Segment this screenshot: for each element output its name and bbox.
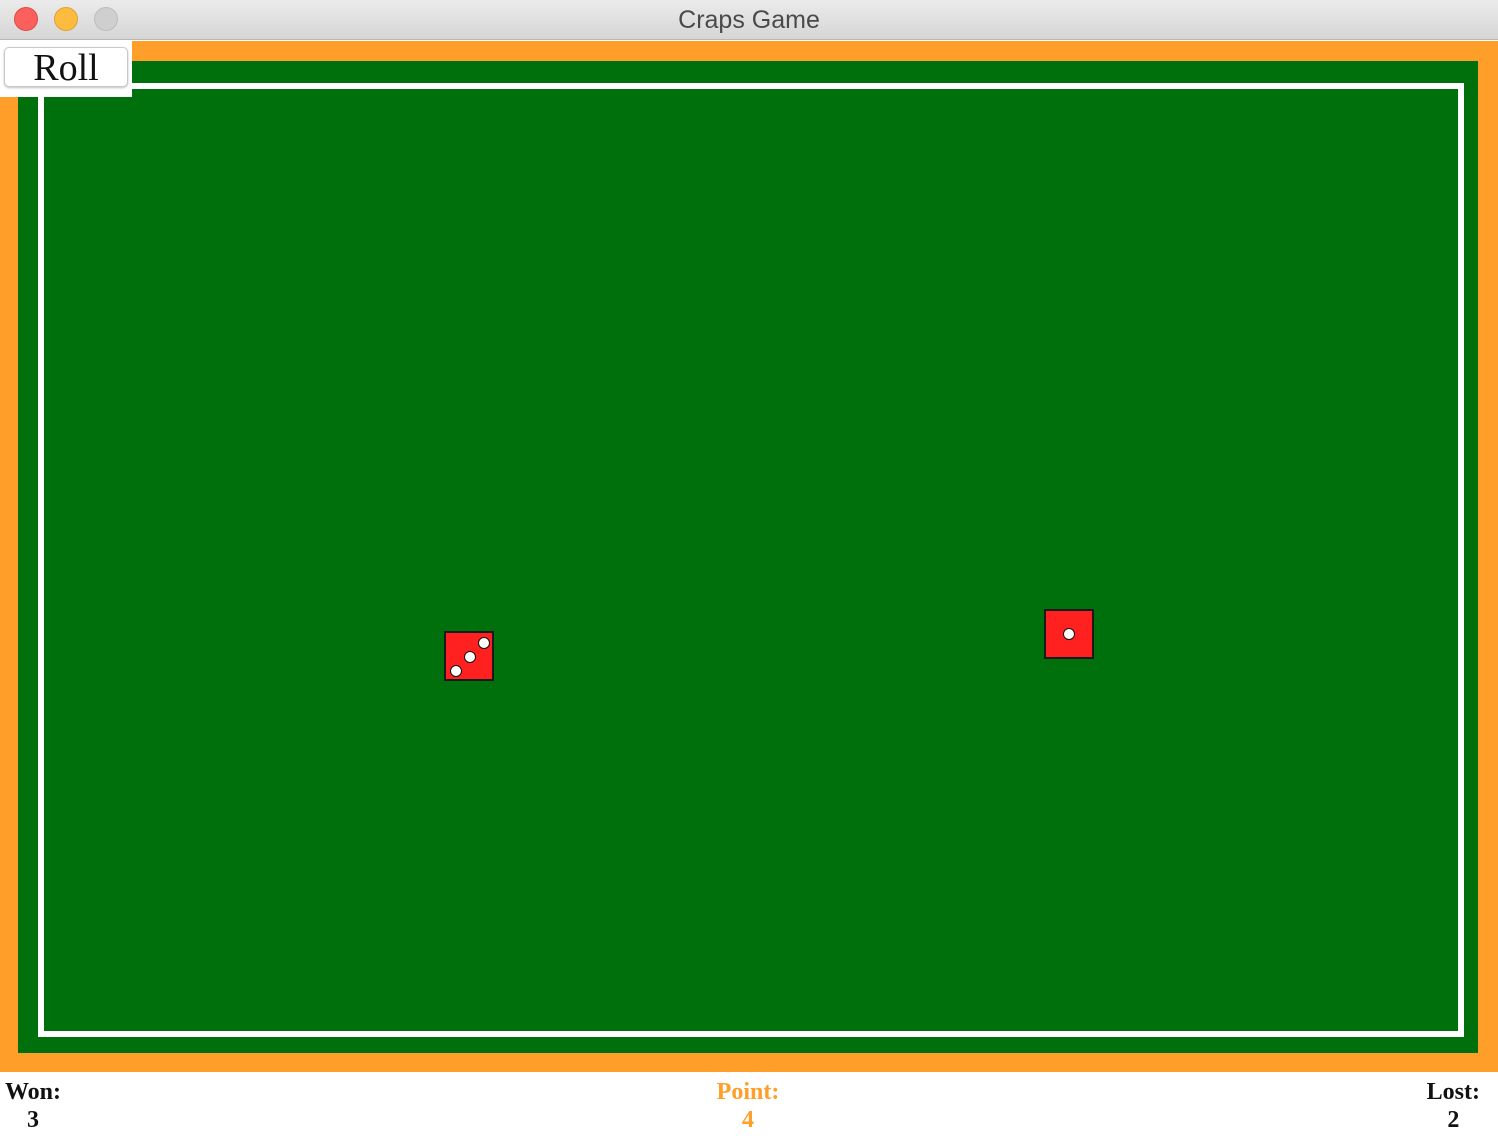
die-pip: [1063, 628, 1075, 640]
die-pip: [450, 665, 462, 677]
point-label: Point:: [716, 1079, 780, 1105]
table-inner-line: [38, 83, 1464, 1037]
won-value: 3: [27, 1107, 39, 1133]
table-felt: [18, 61, 1478, 1053]
title-bar[interactable]: Craps Game: [0, 0, 1498, 40]
craps-table: [0, 41, 1498, 1072]
point-indicator: Point: 4: [700, 1078, 796, 1134]
won-label: Won:: [5, 1079, 62, 1105]
die-2: [1044, 609, 1094, 659]
craps-window: Craps Game Roll Won: 3 Point: 4 Lost: 2: [0, 0, 1498, 1141]
die-pip: [464, 651, 476, 663]
lost-counter: Lost: 2: [1427, 1078, 1480, 1134]
point-value: 4: [742, 1107, 754, 1133]
roll-button-container: Roll: [0, 41, 132, 97]
lost-value: 2: [1447, 1107, 1460, 1133]
die-1: [444, 631, 494, 681]
lost-label: Lost:: [1426, 1079, 1480, 1105]
roll-button[interactable]: Roll: [4, 47, 128, 88]
window-title: Craps Game: [678, 6, 820, 34]
won-counter: Won: 3: [5, 1078, 61, 1134]
die-pip: [478, 637, 490, 649]
